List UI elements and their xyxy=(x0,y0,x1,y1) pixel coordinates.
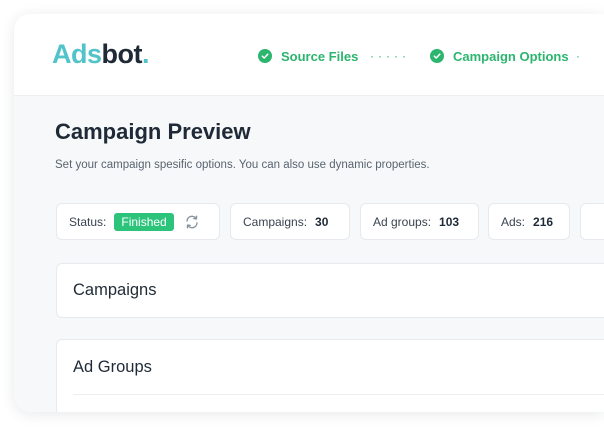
ad-groups-label: Ad groups: xyxy=(373,214,432,229)
step-label: Source Files xyxy=(281,48,359,64)
page-title: Campaign Preview xyxy=(55,119,251,144)
stat-pill-partial xyxy=(580,203,604,240)
campaigns-section[interactable]: Campaigns xyxy=(56,263,604,318)
campaigns-count-pill: Campaigns: 30 xyxy=(230,203,350,240)
status-label: Status: xyxy=(69,214,107,229)
section-title: Campaigns xyxy=(73,281,157,299)
app-window: Adsbot. Source Files ····· Campaign Opti… xyxy=(14,14,604,412)
section-title: Ad Groups xyxy=(73,358,152,376)
ad-groups-count-pill: Ad groups: 103 xyxy=(360,203,479,240)
ads-label: Ads: xyxy=(501,214,526,229)
campaigns-label: Campaigns: xyxy=(243,214,308,229)
step-label: Campaign Options xyxy=(453,48,569,64)
check-circle-icon xyxy=(258,49,272,63)
ads-count: 216 xyxy=(533,214,554,229)
step-source-files[interactable]: Source Files xyxy=(258,47,358,65)
logo[interactable]: Adsbot. xyxy=(52,38,150,70)
campaigns-count: 30 xyxy=(315,214,329,229)
section-divider xyxy=(73,394,604,395)
status-pill: Status: Finished xyxy=(56,203,220,240)
refresh-icon[interactable] xyxy=(184,214,200,230)
ads-count-pill: Ads: 216 xyxy=(488,203,570,240)
step-connector: ····· xyxy=(370,49,410,63)
status-badge: Finished xyxy=(114,212,174,231)
step-campaign-options[interactable]: Campaign Options xyxy=(430,47,569,65)
ad-groups-count: 103 xyxy=(439,214,460,229)
step-connector: · xyxy=(576,49,584,63)
header-bar: Adsbot. Source Files ····· Campaign Opti… xyxy=(14,14,604,96)
check-circle-icon xyxy=(430,49,444,63)
ad-groups-section[interactable]: Ad Groups xyxy=(56,339,604,412)
page-subtitle: Set your campaign spesific options. You … xyxy=(55,159,430,171)
